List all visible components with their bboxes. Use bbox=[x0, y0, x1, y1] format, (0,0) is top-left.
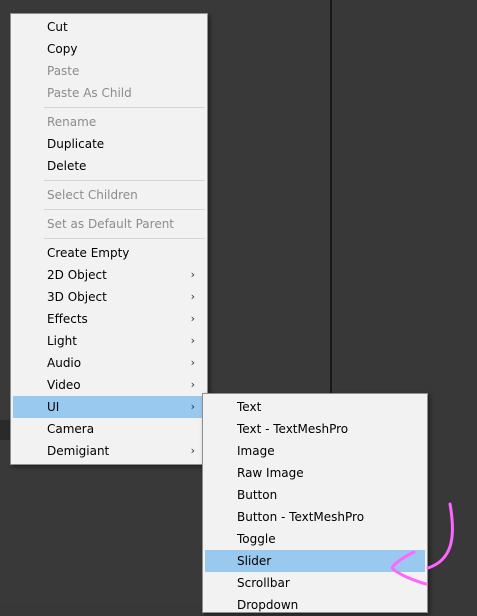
submenu-item-label: Dropdown bbox=[237, 598, 299, 612]
submenu-item-label: Image bbox=[237, 444, 275, 458]
menu-item-camera[interactable]: Camera bbox=[13, 418, 205, 440]
menu-item-duplicate[interactable]: Duplicate bbox=[13, 133, 205, 155]
submenu-item-text[interactable]: Text bbox=[205, 396, 425, 418]
menu-item-create-empty[interactable]: Create Empty bbox=[13, 242, 205, 264]
menu-item-2d-object[interactable]: 2D Object › bbox=[13, 264, 205, 286]
menu-item-label: Set as Default Parent bbox=[47, 217, 175, 231]
menu-item-set-as-default-parent[interactable]: Set as Default Parent bbox=[13, 213, 205, 235]
menu-item-label: Duplicate bbox=[47, 137, 105, 151]
menu-item-label: Cut bbox=[47, 20, 68, 34]
submenu-item-image[interactable]: Image bbox=[205, 440, 425, 462]
submenu-item-label: Text - TextMeshPro bbox=[237, 422, 349, 436]
menu-item-label: Paste As Child bbox=[47, 86, 132, 100]
menu-item-audio[interactable]: Audio › bbox=[13, 352, 205, 374]
menu-item-label: Video bbox=[47, 378, 81, 392]
chevron-right-icon: › bbox=[190, 334, 195, 347]
menu-item-label: Create Empty bbox=[47, 246, 130, 260]
menu-item-demigiant[interactable]: Demigiant › bbox=[13, 440, 205, 462]
menu-item-label: 2D Object bbox=[47, 268, 107, 282]
chevron-right-icon: › bbox=[190, 400, 195, 413]
submenu-item-dropdown[interactable]: Dropdown bbox=[205, 594, 425, 616]
menu-item-copy[interactable]: Copy bbox=[13, 38, 205, 60]
menu-item-light[interactable]: Light › bbox=[13, 330, 205, 352]
menu-item-paste-as-child[interactable]: Paste As Child bbox=[13, 82, 205, 104]
hand-drawn-arrow-icon bbox=[390, 502, 454, 586]
chevron-right-icon: › bbox=[190, 378, 195, 391]
menu-separator bbox=[44, 180, 205, 181]
menu-item-label: UI bbox=[47, 400, 60, 414]
menu-item-ui[interactable]: UI › bbox=[13, 396, 205, 418]
menu-item-3d-object[interactable]: 3D Object › bbox=[13, 286, 205, 308]
menu-item-label: Camera bbox=[47, 422, 95, 436]
chevron-right-icon: › bbox=[190, 444, 195, 457]
menu-item-label: Demigiant bbox=[47, 444, 110, 458]
menu-item-cut[interactable]: Cut bbox=[13, 16, 205, 38]
menu-separator bbox=[44, 238, 205, 239]
menu-item-label: Select Children bbox=[47, 188, 138, 202]
menu-item-label: Paste bbox=[47, 64, 80, 78]
submenu-item-label: Button bbox=[237, 488, 278, 502]
submenu-item-label: Slider bbox=[237, 554, 272, 568]
chevron-right-icon: › bbox=[190, 268, 195, 281]
menu-item-label: Delete bbox=[47, 159, 87, 173]
submenu-item-label: Button - TextMeshPro bbox=[237, 510, 365, 524]
submenu-item-text-textmeshpro[interactable]: Text - TextMeshPro bbox=[205, 418, 425, 440]
chevron-right-icon: › bbox=[190, 290, 195, 303]
chevron-right-icon: › bbox=[190, 312, 195, 325]
submenu-item-label: Scrollbar bbox=[237, 576, 290, 590]
menu-item-label: Light bbox=[47, 334, 77, 348]
chevron-right-icon: › bbox=[190, 356, 195, 369]
menu-separator bbox=[44, 107, 205, 108]
menu-item-label: Rename bbox=[47, 115, 97, 129]
menu-item-label: Copy bbox=[47, 42, 78, 56]
menu-item-effects[interactable]: Effects › bbox=[13, 308, 205, 330]
menu-item-label: Audio bbox=[47, 356, 82, 370]
menu-item-delete[interactable]: Delete bbox=[13, 155, 205, 177]
menu-item-label: 3D Object bbox=[47, 290, 107, 304]
menu-item-video[interactable]: Video › bbox=[13, 374, 205, 396]
submenu-item-label: Text bbox=[237, 400, 262, 414]
menu-item-paste[interactable]: Paste bbox=[13, 60, 205, 82]
submenu-item-label: Toggle bbox=[237, 532, 276, 546]
context-menu: Cut Copy Paste Paste As Child Rename Duplicat… bbox=[10, 13, 208, 465]
submenu-item-label: Raw Image bbox=[237, 466, 304, 480]
submenu-item-raw-image[interactable]: Raw Image bbox=[205, 462, 425, 484]
menu-item-select-children[interactable]: Select Children bbox=[13, 184, 205, 206]
menu-item-label: Effects bbox=[47, 312, 88, 326]
menu-item-rename[interactable]: Rename bbox=[13, 111, 205, 133]
menu-separator bbox=[44, 209, 205, 210]
